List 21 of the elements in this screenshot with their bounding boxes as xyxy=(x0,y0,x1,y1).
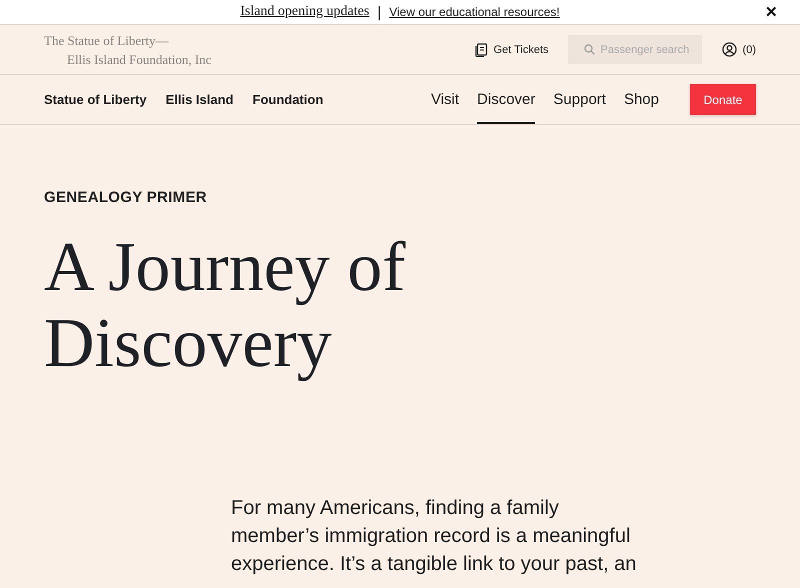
user-icon xyxy=(722,42,737,57)
nav-tab[interactable]: Shop xyxy=(624,75,659,124)
nav-tab[interactable]: Visit xyxy=(430,75,460,124)
intro-paragraph: For many Americans, finding a family member’s immigration record is a meaningful experience. It’s a tangible link to your past, an xyxy=(231,496,638,577)
site-link[interactable]: Foundation xyxy=(252,92,324,107)
nav-tab[interactable]: Support xyxy=(553,75,606,124)
page-title: A Journey of Discovery xyxy=(44,230,407,382)
separator: | xyxy=(377,4,382,20)
donate-button[interactable]: Donate xyxy=(690,84,756,115)
get-tickets-link[interactable]: Get Tickets xyxy=(474,42,549,56)
search-field[interactable]: Passenger search xyxy=(568,35,702,64)
account-link[interactable]: (0) xyxy=(722,42,756,57)
nav-tab[interactable]: Discover xyxy=(477,75,536,124)
announcement-link[interactable]: View our educational resources! xyxy=(389,5,560,19)
announcement-link[interactable]: Island opening updates xyxy=(240,4,370,20)
close-button[interactable]: ✕ xyxy=(765,3,778,21)
ticket-icon xyxy=(474,42,488,56)
search-icon xyxy=(584,44,595,55)
site-link[interactable]: Ellis Island xyxy=(166,92,234,107)
site-link[interactable]: Statue of Liberty xyxy=(44,92,147,107)
eyebrow: GENEALOGY PRIMER xyxy=(44,189,208,206)
